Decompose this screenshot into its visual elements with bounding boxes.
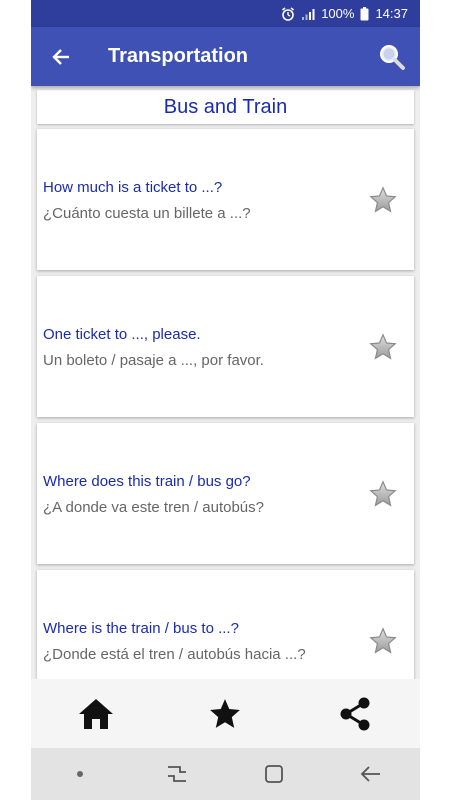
star-outline-icon [369, 627, 397, 654]
recent-apps-button[interactable] [147, 754, 207, 794]
phrase-spanish: Un boleto / pasaje a ..., por favor. [43, 352, 264, 369]
phrase-card[interactable]: One ticket to ..., please. Un boleto / p… [37, 276, 414, 417]
dot-icon [76, 771, 83, 777]
phrase-card[interactable]: Where does this train / bus go? ¿A donde… [37, 423, 414, 564]
phrase-spanish: ¿A donde va este tren / autobús? [43, 499, 264, 516]
clock-time: 14:37 [375, 6, 408, 21]
system-back-button[interactable] [341, 754, 401, 794]
status-bar: 100% 14:37 [31, 0, 420, 27]
phrase-english: One ticket to ..., please. [43, 326, 201, 343]
star-outline-icon [369, 186, 397, 213]
page-title: Transportation [108, 45, 249, 67]
favorite-star-button[interactable] [368, 185, 398, 215]
phrase-list[interactable]: Bus and Train How much is a ticket to ..… [31, 86, 420, 679]
bottom-nav [31, 679, 420, 748]
home-button[interactable] [61, 684, 131, 744]
share-icon [340, 697, 370, 730]
back-button[interactable] [31, 27, 91, 86]
back-icon [361, 766, 381, 782]
favorite-star-button[interactable] [368, 479, 398, 509]
home-square-icon [265, 765, 284, 783]
system-home-button[interactable] [244, 754, 304, 794]
phrase-english: Where is the train / bus to ...? [43, 620, 239, 637]
star-icon [210, 698, 241, 728]
system-nav-bar [31, 748, 420, 800]
search-button[interactable] [364, 27, 420, 86]
signal-icon [301, 7, 315, 21]
phrase-english: How much is a ticket to ...? [43, 179, 223, 196]
battery-percent: 100% [321, 6, 355, 21]
search-icon [380, 44, 405, 70]
phrase-spanish: ¿Donde está el tren / autobús hacia ...? [43, 646, 306, 663]
recent-apps-icon [167, 766, 186, 782]
home-icon [78, 698, 113, 729]
phrase-card[interactable]: How much is a ticket to ...? ¿Cuánto cue… [37, 129, 414, 270]
share-button[interactable] [320, 684, 390, 744]
phrase-spanish: ¿Cuánto cuesta un billete a ...? [43, 205, 251, 222]
app-bar: Transportation [31, 27, 420, 86]
back-arrow-icon [52, 48, 69, 65]
alarm-icon [281, 6, 295, 21]
section-title: Bus and Train [37, 90, 414, 124]
battery-icon [360, 6, 369, 21]
star-outline-icon [369, 333, 397, 360]
phrase-english: Where does this train / bus go? [43, 473, 251, 490]
assistant-dot-button[interactable] [50, 754, 110, 794]
star-outline-icon [369, 480, 397, 507]
favorite-star-button[interactable] [368, 626, 398, 656]
phone-screen: 100% 14:37 Transportation Bus and Train [31, 0, 420, 800]
phrase-card[interactable]: Where is the train / bus to ...? ¿Donde … [37, 570, 414, 679]
favorites-button[interactable] [190, 684, 260, 744]
favorite-star-button[interactable] [368, 332, 398, 362]
